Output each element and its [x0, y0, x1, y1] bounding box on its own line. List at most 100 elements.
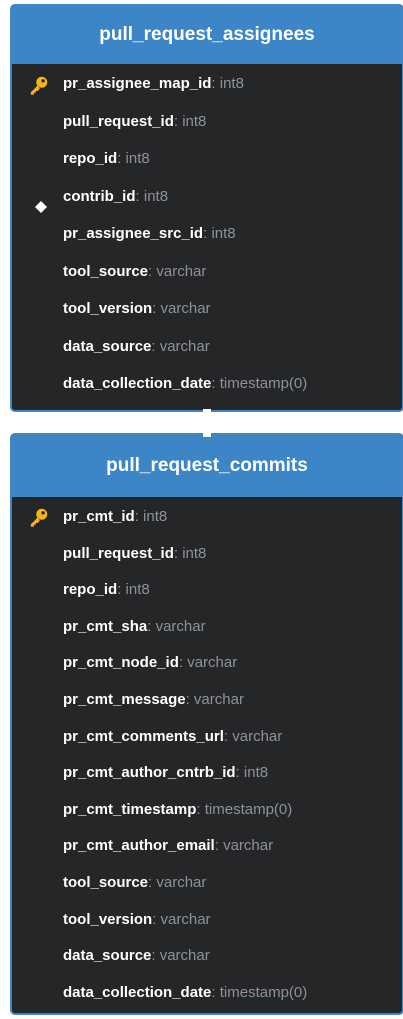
- field-row[interactable]: pr_cmt_comments_url: varchar: [12, 719, 402, 756]
- field-list: pr_cmt_id: int8 pull_request_id: int8 repo…: [12, 497, 402, 1011]
- field-separator: :: [235, 764, 244, 782]
- field-row[interactable]: pr_cmt_id: int8: [12, 499, 402, 536]
- field-row[interactable]: pull_request_id: int8: [12, 103, 402, 141]
- field-type: int8: [219, 75, 244, 92]
- field-type: timestamp(0): [219, 983, 308, 1001]
- field-separator: :: [211, 983, 220, 1001]
- field-name: repo_id: [63, 581, 118, 599]
- bottom-connector-handle[interactable]: [203, 409, 211, 417]
- field-separator: :: [117, 150, 126, 167]
- field-name: pull_request_id: [63, 112, 174, 130]
- field-type: varchar: [155, 617, 206, 635]
- field-separator: :: [135, 187, 144, 205]
- field-separator: :: [117, 581, 126, 599]
- field-row[interactable]: tool_source: varchar: [12, 253, 402, 291]
- field-separator: :: [223, 727, 233, 745]
- field-name: data_source: [63, 947, 152, 965]
- field-name: data_collection_date: [63, 375, 212, 392]
- field-row[interactable]: data_source: varchar: [12, 938, 402, 975]
- field-separator: :: [178, 654, 188, 672]
- field-type: varchar: [160, 300, 211, 317]
- field-type: varchar: [232, 727, 283, 745]
- field-row[interactable]: tool_version: varchar: [12, 902, 402, 939]
- field-row[interactable]: pr_cmt_message: varchar: [12, 682, 402, 719]
- field-type: int8: [143, 508, 168, 525]
- field-type: int8: [182, 544, 207, 562]
- table-card-pull-request-assignees[interactable]: pull_request_assignees pr_assignee_map_i…: [10, 4, 403, 412]
- field-separator: :: [211, 75, 220, 92]
- field-row[interactable]: data_source: varchar: [12, 328, 402, 366]
- field-row[interactable]: data_collection_date: timestamp(0): [12, 365, 402, 403]
- field-name: pr_cmt_id: [63, 508, 135, 525]
- field-name: pull_request_id: [63, 544, 174, 562]
- field-row[interactable]: data_collection_date: timestamp(0): [12, 975, 402, 1012]
- primary-key-icon: [28, 73, 50, 95]
- field-name: pr_cmt_author_cntrb_id: [63, 764, 236, 782]
- left-connector-handle[interactable]: [0, 206, 10, 214]
- field-name: pr_cmt_timestamp: [63, 800, 197, 818]
- field-type: varchar: [187, 654, 238, 672]
- field-type: timestamp(0): [219, 375, 308, 392]
- field-row[interactable]: pr_cmt_sha: varchar: [12, 609, 402, 646]
- field-name: tool_version: [63, 300, 153, 317]
- field-separator: :: [211, 375, 220, 392]
- field-type: timestamp(0): [204, 800, 293, 818]
- field-type: varchar: [223, 837, 274, 855]
- field-separator: :: [214, 837, 224, 855]
- field-list: pr_assignee_map_id: int8 pull_request_id:…: [12, 64, 402, 403]
- field-type: int8: [211, 225, 236, 242]
- field-separator: :: [147, 617, 156, 635]
- field-type: varchar: [156, 873, 207, 891]
- table-title: pull_request_assignees: [12, 6, 402, 64]
- field-row[interactable]: pr_cmt_author_cntrb_id: int8: [12, 755, 402, 792]
- field-row[interactable]: pr_cmt_timestamp: timestamp(0): [12, 792, 402, 829]
- field-row[interactable]: pr_cmt_author_email: varchar: [12, 828, 402, 865]
- table-card-pull-request-commits[interactable]: pull_request_commits pr_cmt_id: int8 pull…: [10, 433, 403, 1015]
- field-name: pr_assignee_map_id: [63, 75, 212, 92]
- field-separator: :: [152, 910, 161, 928]
- field-type: varchar: [159, 337, 210, 355]
- primary-key-icon: [28, 506, 50, 528]
- field-type: int8: [243, 764, 269, 782]
- left-connector-handle[interactable]: [0, 720, 10, 728]
- field-type: int8: [125, 581, 150, 599]
- field-row[interactable]: pr_cmt_node_id: varchar: [12, 645, 402, 682]
- field-row[interactable]: repo_id: int8: [12, 140, 402, 178]
- field-type: varchar: [156, 262, 207, 280]
- field-name: data_source: [63, 337, 152, 355]
- field-separator: :: [152, 300, 161, 317]
- field-row[interactable]: tool_version: varchar: [12, 290, 402, 328]
- field-name: pr_cmt_author_email: [63, 837, 215, 855]
- field-row[interactable]: pr_assignee_map_id: int8: [12, 65, 402, 103]
- field-separator: :: [134, 508, 144, 525]
- top-connector-handle[interactable]: [203, 429, 211, 437]
- field-separator: :: [173, 544, 183, 562]
- field-type: int8: [182, 112, 207, 130]
- field-name: repo_id: [63, 150, 118, 167]
- field-name: pr_cmt_sha: [63, 617, 148, 635]
- field-row[interactable]: contrib_id: int8: [12, 178, 402, 216]
- field-separator: :: [173, 112, 183, 130]
- table-title: pull_request_commits: [12, 435, 402, 497]
- field-name: tool_source: [63, 873, 149, 891]
- field-separator: :: [151, 947, 160, 965]
- field-separator: :: [185, 690, 194, 708]
- field-name: pr_assignee_src_id: [63, 225, 204, 242]
- field-row[interactable]: pull_request_id: int8: [12, 536, 402, 573]
- field-name: tool_version: [63, 910, 153, 928]
- field-separator: :: [151, 337, 160, 355]
- field-name: pr_cmt_node_id: [63, 654, 179, 672]
- field-row[interactable]: pr_assignee_src_id: int8: [12, 215, 402, 253]
- foreign-key-diamond-icon: [35, 190, 47, 214]
- field-separator: :: [196, 800, 205, 818]
- field-row[interactable]: repo_id: int8: [12, 572, 402, 609]
- field-type: varchar: [159, 947, 210, 965]
- field-row[interactable]: tool_source: varchar: [12, 865, 402, 902]
- field-name: data_collection_date: [63, 983, 212, 1001]
- field-name: pr_cmt_comments_url: [63, 727, 224, 745]
- field-type: varchar: [160, 910, 211, 928]
- field-type: varchar: [193, 690, 244, 708]
- field-type: int8: [125, 150, 150, 167]
- field-type: int8: [143, 187, 169, 205]
- field-name: pr_cmt_message: [63, 690, 186, 708]
